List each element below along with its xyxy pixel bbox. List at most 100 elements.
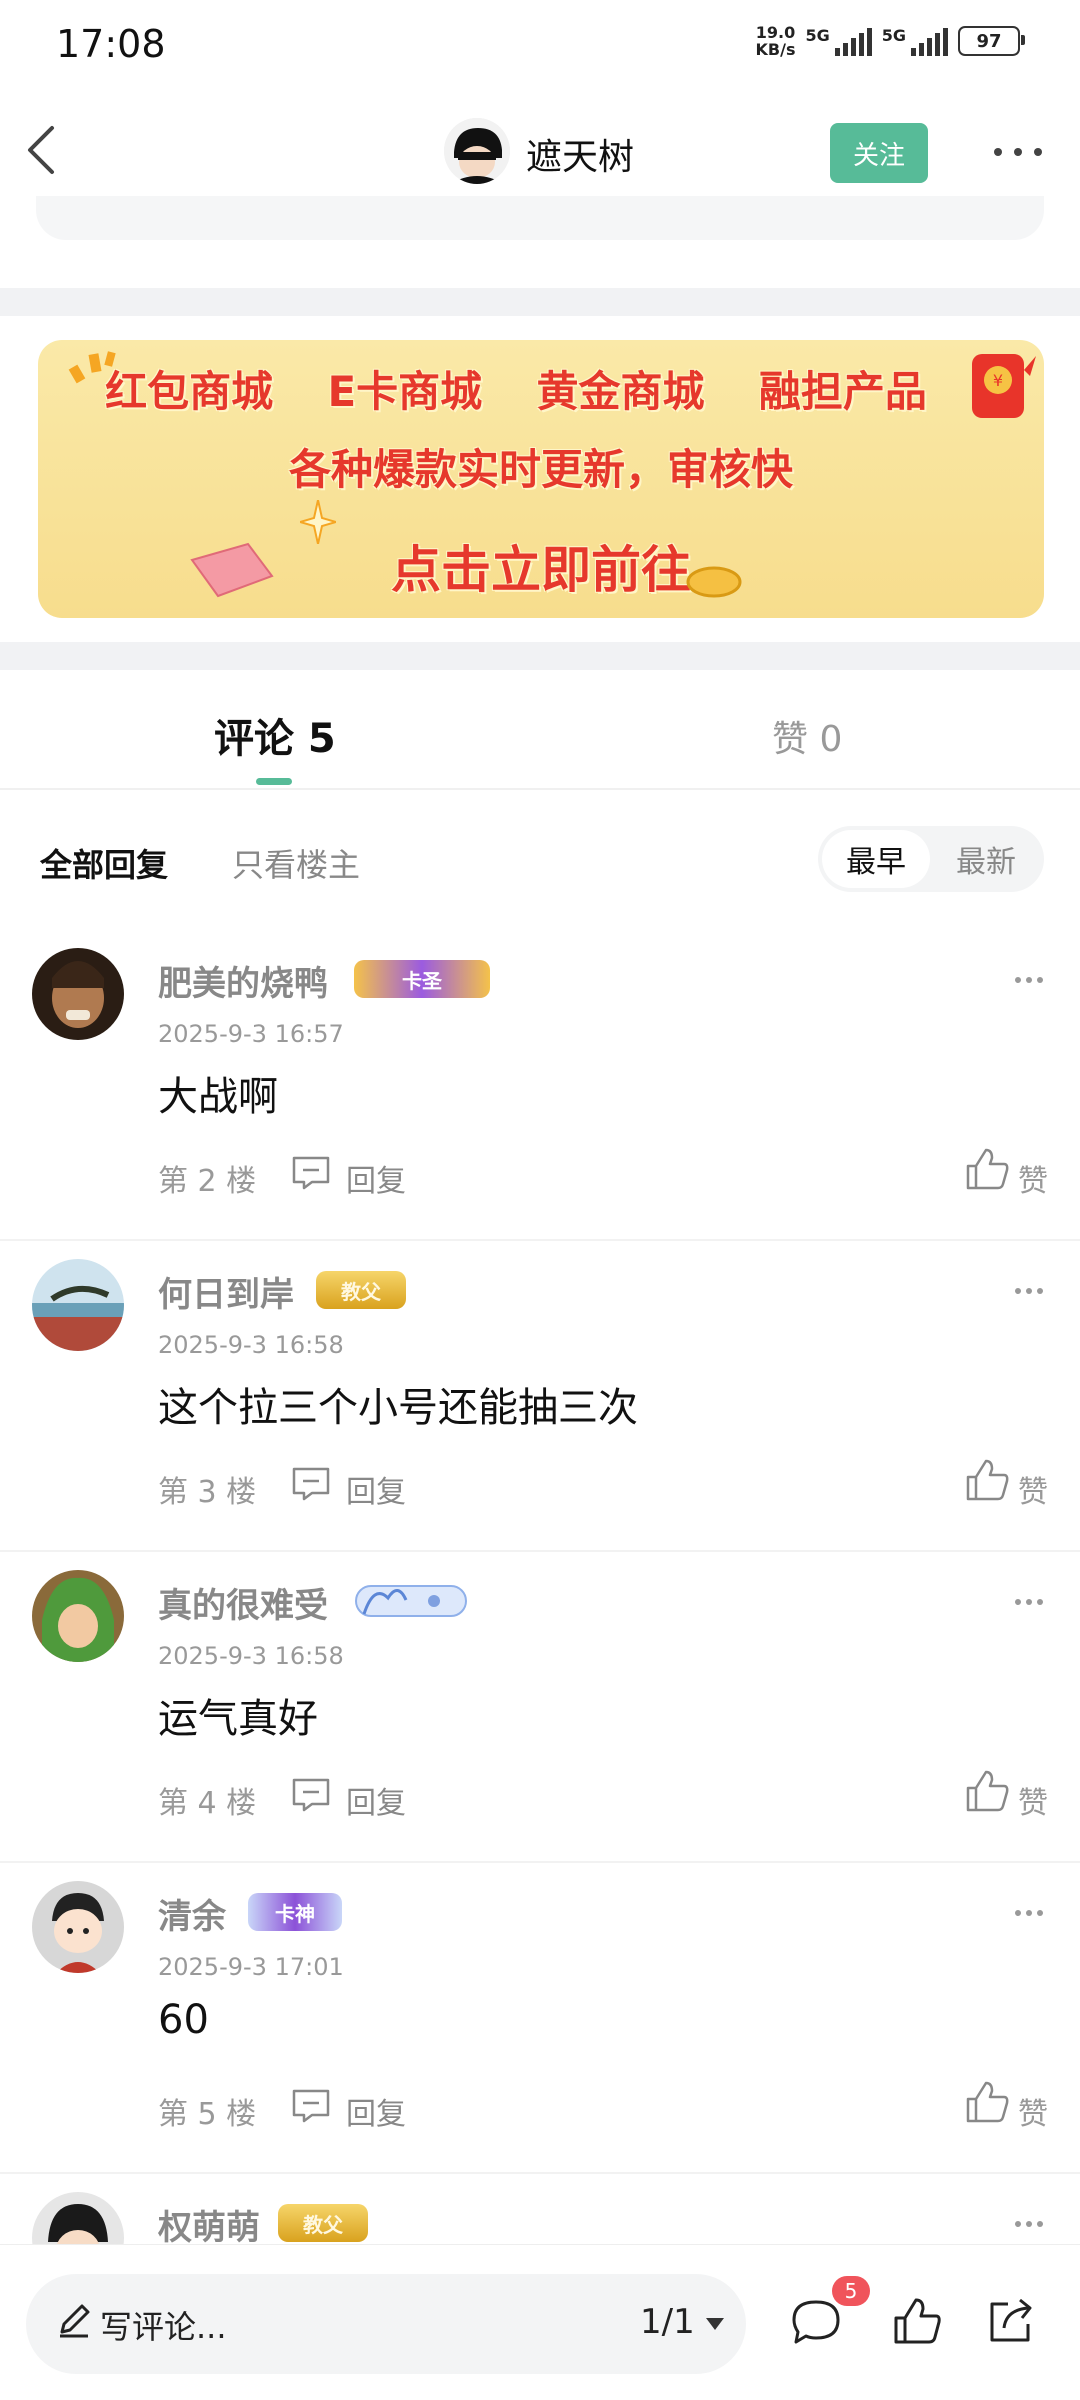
section-divider (0, 288, 1080, 316)
status-indicators: 19.0 KB/s 5G 5G 97 (756, 24, 1025, 58)
reply-button[interactable]: 回复 (346, 1778, 406, 1822)
user-avatar-icon (32, 1259, 124, 1351)
commenter-name[interactable]: 真的很难受 (158, 1578, 328, 1627)
like-button[interactable]: 赞 (1018, 2089, 1048, 2133)
comment-time: 2025-9-3 16:58 (158, 1331, 344, 1359)
active-tab-indicator (256, 778, 292, 785)
like-button[interactable]: 赞 (1018, 1778, 1048, 1822)
comment-more-icon[interactable] (1014, 976, 1044, 984)
reply-button[interactable]: 回复 (346, 2089, 406, 2133)
banner-categories: 红包商城 E卡商城 黄金商城 融担产品 (38, 358, 1044, 419)
banner-subtitle: 各种爆款实时更新，审核快 (288, 445, 793, 494)
network-speed-unit: KB/s (755, 40, 796, 59)
reply-button[interactable]: 回复 (346, 1467, 406, 1511)
user-badge: 卡神 (248, 1893, 342, 1931)
reply-icon[interactable] (290, 1154, 332, 1192)
sort-latest-button[interactable]: 最新 (936, 830, 1036, 888)
comment-more-icon[interactable] (1014, 1909, 1044, 1917)
reply-icon[interactable] (290, 1465, 332, 1503)
signal-icon-sim2: 5G (882, 26, 948, 56)
banner-category-gold: 黄金商城 (536, 367, 705, 416)
tab-comments[interactable]: 评论 5 (214, 706, 336, 764)
sim1-label: 5G (805, 26, 830, 45)
tabs-divider (0, 788, 1080, 790)
comment-text: 这个拉三个小号还能抽三次 (158, 1385, 638, 1431)
svg-text:¥: ¥ (993, 371, 1003, 390)
floor-number: 第 4 楼 (158, 1786, 257, 1821)
banner-category-ecard: E卡商城 (327, 367, 483, 416)
like-button[interactable]: 赞 (1018, 1156, 1048, 1200)
promo-banner[interactable]: 红包商城 E卡商城 黄金商城 融担产品 ¥ 各种爆款实时更新，审核快 点击立即前… (38, 340, 1044, 618)
banner-cta[interactable]: 点击立即前往 (38, 530, 1044, 602)
comment-icon[interactable] (788, 2296, 844, 2346)
floor-number: 第 5 楼 (158, 2097, 257, 2132)
share-icon[interactable] (984, 2296, 1036, 2346)
comment-time: 2025-9-3 16:57 (158, 1020, 344, 1048)
commenter-name[interactable]: 权萌萌 (158, 2200, 260, 2249)
like-button[interactable]: 赞 (1018, 1467, 1048, 1511)
comment-item: 肥美的烧鸭 卡圣 2025-9-3 16:57 大战啊 第 2 楼 回复 赞 (0, 930, 1080, 1241)
commenter-name[interactable]: 清余 (158, 1889, 226, 1938)
back-arrow-icon[interactable] (22, 120, 62, 180)
user-avatar-icon (32, 1570, 124, 1662)
sort-toggle: 最早 最新 (818, 826, 1044, 892)
like-icon[interactable] (964, 1146, 1010, 1192)
battery-level: 97 (976, 30, 1002, 52)
floor-number: 第 3 楼 (158, 1475, 257, 1510)
more-options-icon[interactable] (990, 140, 1046, 164)
user-avatar-icon (32, 948, 124, 1040)
comment-text: 60 (158, 1997, 209, 2043)
reply-icon[interactable] (290, 1776, 332, 1814)
commenter-avatar[interactable] (32, 1570, 124, 1662)
like-post-icon[interactable] (892, 2296, 942, 2346)
red-envelope-mascot-icon: ¥ (972, 354, 1036, 418)
comment-more-icon[interactable] (1014, 2220, 1044, 2228)
sort-earliest-button[interactable]: 最早 (822, 830, 930, 888)
user-badge: 教父 (278, 2204, 368, 2242)
tab-likes[interactable]: 赞 0 (772, 710, 842, 762)
user-badge: 教父 (316, 1271, 406, 1309)
network-speed-value: 19.0 (755, 23, 796, 42)
author-avatar-icon (444, 118, 510, 184)
comment-time: 2025-9-3 16:58 (158, 1642, 344, 1670)
battery-icon: 97 (958, 26, 1025, 56)
write-comment-placeholder[interactable]: 写评论... (100, 2302, 227, 2348)
page-indicator[interactable]: 1/1 (640, 2302, 695, 2342)
user-badge-icon (355, 1585, 467, 1617)
like-icon[interactable] (964, 2079, 1010, 2125)
author-name[interactable]: 遮天树 (526, 128, 634, 180)
comment-item: 何日到岸 教父 2025-9-3 16:58 这个拉三个小号还能抽三次 第 3 … (0, 1241, 1080, 1552)
user-badge: 卡圣 (354, 960, 490, 998)
like-icon[interactable] (964, 1457, 1010, 1503)
comment-more-icon[interactable] (1014, 1287, 1044, 1295)
floor-number: 第 2 楼 (158, 1164, 257, 1199)
commenter-avatar[interactable] (32, 1259, 124, 1351)
post-card-edge (36, 196, 1044, 240)
gold-coin-icon (686, 566, 742, 598)
comment-count-badge: 5 (832, 2276, 870, 2306)
comment-item: 真的很难受 2025-9-3 16:58 运气真好 第 4 楼 回复 赞 (0, 1552, 1080, 1863)
commenter-avatar[interactable] (32, 948, 124, 1040)
reply-icon[interactable] (290, 2087, 332, 2125)
user-avatar-icon (32, 1881, 124, 1973)
sim2-label: 5G (881, 26, 906, 45)
author-avatar[interactable] (444, 118, 510, 184)
follow-button[interactable]: 关注 (830, 123, 928, 183)
filter-owner-only[interactable]: 只看楼主 (232, 840, 360, 886)
commenter-avatar[interactable] (32, 1881, 124, 1973)
pen-icon (60, 2304, 90, 2338)
comment-item: 清余 卡神 2025-9-3 17:01 60 第 5 楼 回复 赞 (0, 1863, 1080, 2174)
commenter-name[interactable]: 何日到岸 (158, 1267, 294, 1316)
section-divider-2 (0, 642, 1080, 670)
comment-more-icon[interactable] (1014, 1598, 1044, 1606)
filter-all-replies[interactable]: 全部回复 (40, 840, 168, 886)
network-speed: 19.0 KB/s (756, 24, 796, 58)
commenter-name[interactable]: 肥美的烧鸭 (158, 956, 328, 1005)
status-time: 17:08 (56, 22, 166, 66)
caret-down-icon[interactable] (704, 2316, 726, 2332)
like-icon[interactable] (964, 1768, 1010, 1814)
reply-button[interactable]: 回复 (346, 1156, 406, 1200)
comment-time: 2025-9-3 17:01 (158, 1953, 344, 1981)
banner-category-red-packet: 红包商城 (105, 367, 274, 416)
signal-icon-sim1: 5G (805, 26, 872, 56)
